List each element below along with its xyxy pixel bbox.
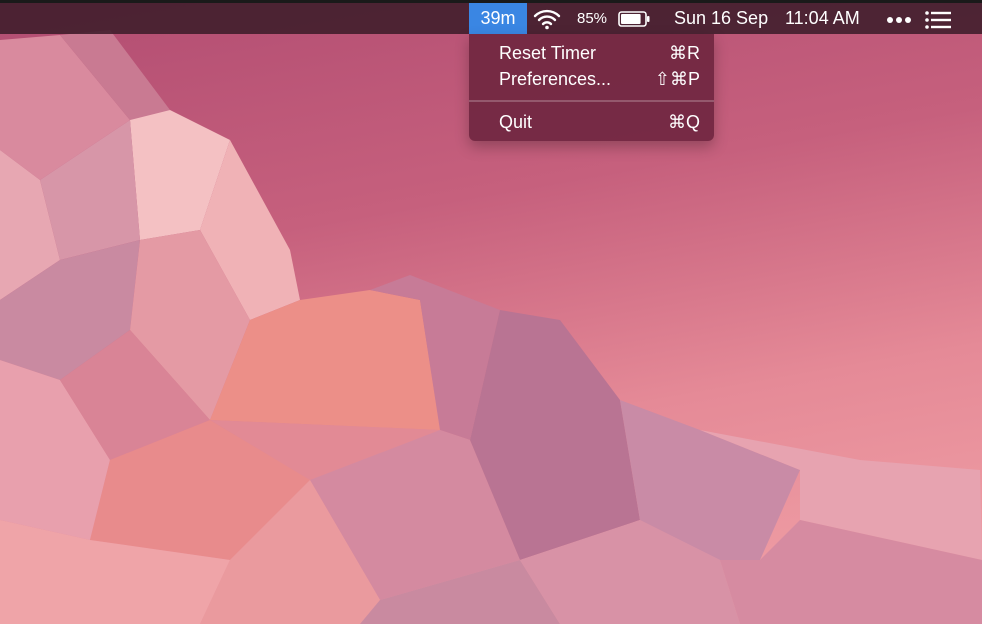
- battery-icon[interactable]: [618, 11, 650, 27]
- timer-menu-item[interactable]: 39m: [469, 3, 527, 34]
- menu-item-shortcut: ⌘Q: [667, 112, 700, 132]
- battery-level-fill: [621, 14, 641, 24]
- menu-bar-date[interactable]: Sun 16 Sep: [674, 3, 768, 34]
- menu-item-label: Quit: [499, 112, 533, 132]
- menu-item-reset-timer[interactable]: Reset Timer ⌘R: [469, 40, 714, 66]
- menu-separator: [469, 100, 714, 102]
- menu-item-preferences[interactable]: Preferences... ⇧⌘P: [469, 66, 714, 92]
- battery-percentage[interactable]: 85%: [577, 3, 607, 34]
- menu-bar: 39m 85% Sun 16 Sep 11:04 AM: [0, 0, 982, 34]
- menu-item-quit[interactable]: Quit ⌘Q: [469, 109, 714, 135]
- menu-item-label: Reset Timer: [499, 43, 597, 63]
- timer-dropdown-menu: Reset Timer ⌘R Preferences... ⇧⌘P Quit ⌘…: [469, 34, 714, 141]
- menu-bar-time[interactable]: 11:04 AM: [785, 3, 860, 34]
- list-icon[interactable]: [925, 11, 951, 29]
- wifi-icon[interactable]: [532, 7, 562, 31]
- menu-item-label: Preferences...: [499, 69, 612, 89]
- ellipsis-icon[interactable]: [886, 16, 912, 24]
- menu-item-shortcut: ⇧⌘P: [654, 69, 700, 89]
- menu-item-shortcut: ⌘R: [669, 43, 700, 63]
